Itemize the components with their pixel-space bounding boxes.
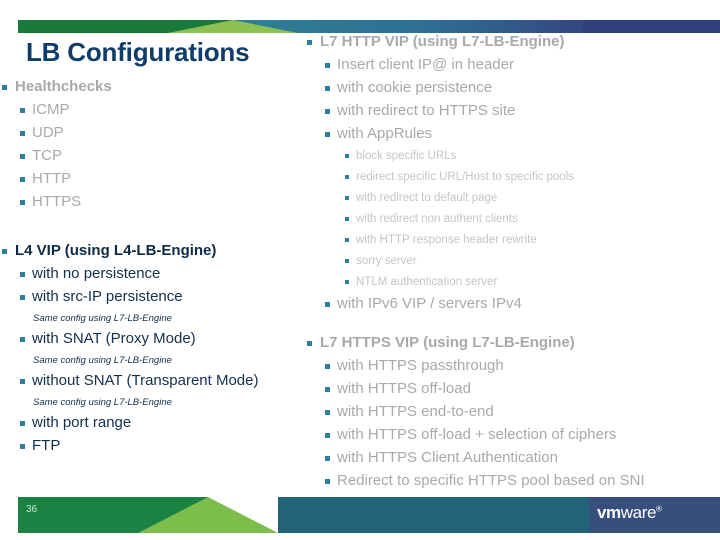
bullet-square-icon — [20, 272, 25, 277]
list-item: HTTPS — [20, 191, 300, 213]
bullet-square-icon — [345, 280, 349, 284]
bullet-square-icon — [345, 154, 349, 158]
list-item: with HTTPS off-load — [325, 378, 720, 400]
list-item: with port range — [20, 412, 300, 434]
l4-vip-heading: L4 VIP (using L4-LB-Engine) — [2, 240, 300, 262]
bullet-square-icon — [325, 479, 330, 484]
bullet-square-icon — [325, 456, 330, 461]
list-item: block specific URLs — [345, 146, 720, 166]
bullet-square-icon — [345, 196, 349, 200]
list-item: HTTP — [20, 168, 300, 190]
bullet-square-icon — [20, 295, 25, 300]
list-item: TCP — [20, 145, 300, 167]
vmware-logo-bold-text: vm — [597, 503, 621, 522]
bullet-square-icon — [20, 108, 25, 113]
bullet-square-icon — [325, 433, 330, 438]
bullet-square-icon — [307, 341, 312, 346]
bullet-square-icon — [307, 40, 312, 45]
bullet-square-icon — [325, 132, 330, 137]
bullet-square-icon — [325, 63, 330, 68]
list-item: with redirect to default page — [345, 188, 720, 208]
bullet-square-icon — [325, 364, 330, 369]
list-item: ICMP — [20, 99, 300, 121]
bullet-square-icon — [20, 200, 25, 205]
left-content-column: Healthchecks ICMP UDP TCP HTTP HTTPS L4 … — [0, 76, 300, 458]
bullet-square-icon — [20, 154, 25, 159]
right-content-column: L7 HTTP VIP (using L7-LB-Engine) Insert … — [305, 31, 720, 493]
bullet-square-icon — [345, 175, 349, 179]
topbar-green-triangle — [168, 20, 298, 33]
list-item: with redirect non authent clients — [345, 209, 720, 229]
bullet-square-icon — [2, 85, 7, 90]
list-item: with HTTPS passthrough — [325, 355, 720, 377]
list-item: with HTTPS Client Authentication — [325, 447, 720, 469]
l7-https-vip-heading: L7 HTTPS VIP (using L7-LB-Engine) — [307, 332, 720, 354]
bullet-square-icon — [325, 410, 330, 415]
list-item: redirect specific URL/Host to specific p… — [345, 167, 720, 187]
list-item: UDP — [20, 122, 300, 144]
list-item: with AppRules — [325, 123, 720, 145]
page-number: 36 — [26, 504, 38, 515]
list-item: FTP — [20, 435, 300, 457]
list-item: sorry server — [345, 251, 720, 271]
bullet-square-icon — [345, 217, 349, 221]
slide-canvas: LB Configurations Healthchecks ICMP UDP … — [0, 0, 720, 540]
healthchecks-heading: Healthchecks — [2, 76, 300, 98]
bullet-square-icon — [20, 444, 25, 449]
vmware-logo: vmware® — [597, 503, 662, 523]
vmware-logo-light-text: ware — [620, 503, 657, 522]
list-item: with redirect to HTTPS site — [325, 100, 720, 122]
list-item: with HTTPS end-to-end — [325, 401, 720, 423]
l7-http-vip-heading: L7 HTTP VIP (using L7-LB-Engine) — [307, 31, 720, 53]
healthchecks-block: Healthchecks ICMP UDP TCP HTTP HTTPS — [0, 76, 300, 213]
l4-vip-block: L4 VIP (using L4-LB-Engine) with no pers… — [0, 240, 300, 457]
config-note: Same config using L7-LB-Engine — [33, 397, 172, 408]
bullet-square-icon — [325, 86, 330, 91]
list-item: Insert client IP@ in header — [325, 54, 720, 76]
list-item: with HTTPS off-load + selection of ciphe… — [325, 424, 720, 446]
list-item: without SNAT (Transparent Mode) — [20, 370, 300, 392]
list-item: with HTTP response header rewrite — [345, 230, 720, 250]
l7-https-vip-block: L7 HTTPS VIP (using L7-LB-Engine) with H… — [305, 332, 720, 492]
bullet-square-icon — [2, 249, 7, 254]
bullet-square-icon — [20, 379, 25, 384]
list-item: with src-IP persistence — [20, 286, 300, 308]
l7-http-vip-block: L7 HTTP VIP (using L7-LB-Engine) Insert … — [305, 31, 720, 315]
footer-teal-segment — [278, 497, 589, 533]
list-item: with IPv6 VIP / servers IPv4 — [325, 293, 720, 315]
config-note: Same config using L7-LB-Engine — [33, 355, 172, 366]
bullet-square-icon — [20, 131, 25, 136]
bullet-square-icon — [345, 238, 349, 242]
bullet-square-icon — [325, 387, 330, 392]
slide-title: LB Configurations — [26, 37, 250, 67]
bullet-square-icon — [345, 259, 349, 263]
list-item: NTLM authentication server — [345, 272, 720, 292]
bullet-square-icon — [20, 177, 25, 182]
bullet-square-icon — [20, 421, 25, 426]
list-item: Redirect to specific HTTPS pool based on… — [325, 470, 720, 492]
registered-trademark-icon: ® — [656, 504, 662, 514]
bullet-square-icon — [20, 337, 25, 342]
bullet-square-icon — [325, 109, 330, 114]
list-item: with SNAT (Proxy Mode) — [20, 328, 300, 350]
footer-green-triangle — [138, 497, 278, 533]
list-item: with no persistence — [20, 263, 300, 285]
config-note: Same config using L7-LB-Engine — [33, 313, 172, 324]
list-item: with cookie persistence — [325, 77, 720, 99]
bullet-square-icon — [325, 302, 330, 307]
